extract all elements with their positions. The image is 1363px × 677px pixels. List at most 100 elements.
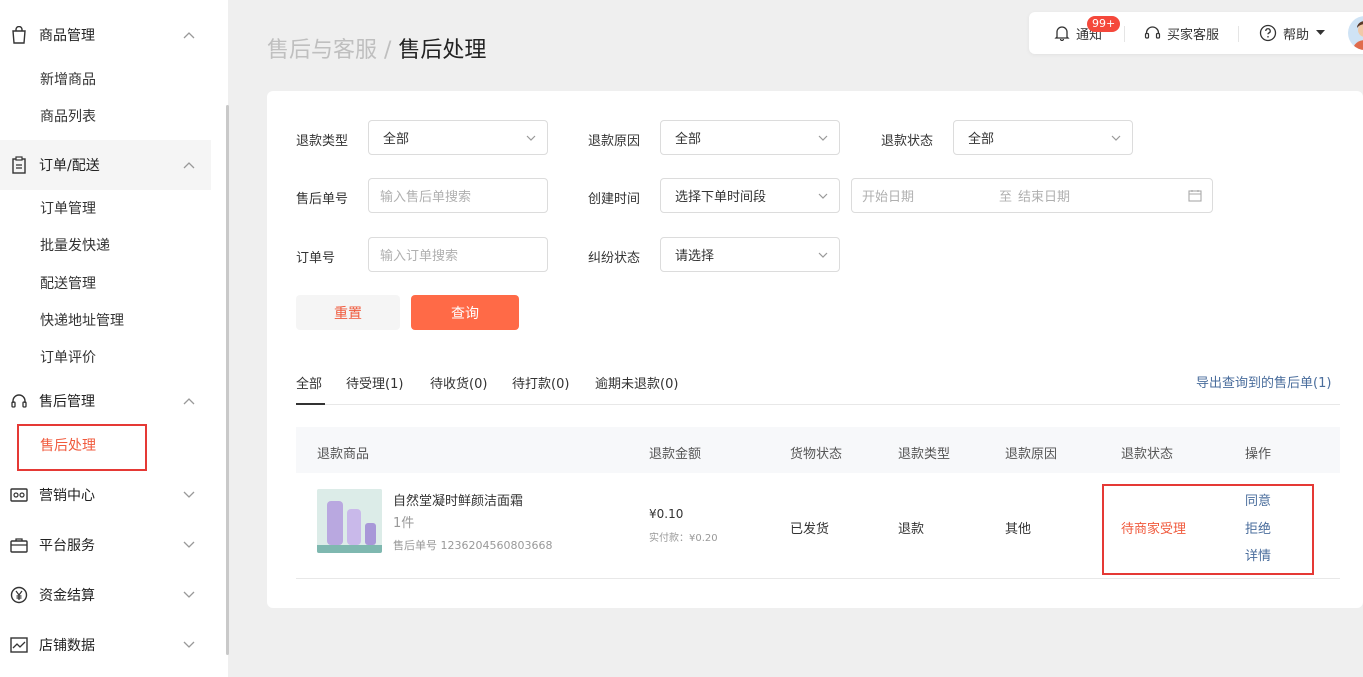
refund-amount: ¥0.10 <box>649 507 684 521</box>
notice-badge: 99+ <box>1087 16 1121 32</box>
col-amount: 退款金额 <box>649 447 702 462</box>
refund-reason-select[interactable]: 全部 <box>660 120 840 155</box>
dispute-select[interactable]: 请选择 <box>660 237 840 272</box>
create-time-label: 创建时间 <box>588 192 641 207</box>
refund-type-value: 全部 <box>383 132 410 147</box>
col-goods-status: 货物状态 <box>790 447 843 462</box>
sidebar-group-label: 商品管理 <box>39 28 95 44</box>
sidebar-scrollbar[interactable] <box>226 105 229 655</box>
refund-reason-label: 退款原因 <box>588 134 641 149</box>
dispute-label: 纠纷状态 <box>588 251 641 266</box>
col-refund-status: 退款状态 <box>1121 447 1174 462</box>
sidebar-group-marketing[interactable]: 营销中心 <box>0 470 211 520</box>
date-range-picker[interactable]: 开始日期 至 结束日期 <box>851 178 1213 213</box>
sidebar-item-add-goods[interactable]: 新增商品 <box>40 69 96 89</box>
sidebar-item-batch-express[interactable]: 批量发快递 <box>40 235 110 255</box>
sidebar-group-label: 订单/配送 <box>39 158 100 174</box>
sidebar-group-label: 资金结算 <box>39 588 95 604</box>
product-qty: 1件 <box>393 516 415 531</box>
refund-reason-value: 全部 <box>675 132 702 147</box>
export-link[interactable]: 导出查询到的售后单(1) <box>1196 372 1331 391</box>
sidebar-group-label: 平台服务 <box>39 538 95 554</box>
tab-overdue[interactable]: 逾期未退款(0) <box>595 373 678 392</box>
end-date-input[interactable]: 结束日期 <box>1018 186 1070 205</box>
sidebar-group-label: 店铺数据 <box>39 638 95 654</box>
breadcrumb-parent[interactable]: 售后与客服 <box>267 38 377 63</box>
chevron-down-icon <box>817 249 829 261</box>
sidebar-item-goods-list[interactable]: 商品列表 <box>40 106 96 126</box>
refund-reason: 其他 <box>1005 522 1032 537</box>
tab-pending-accept[interactable]: 待受理(1) <box>346 373 403 392</box>
refund-status-select[interactable]: 全部 <box>953 120 1133 155</box>
chart-icon <box>10 636 28 654</box>
breadcrumb: 售后与客服 / 售后处理 <box>267 32 486 64</box>
after-no-label: 售后单号 <box>296 192 349 207</box>
ticket-icon <box>10 486 28 504</box>
col-refund-type: 退款类型 <box>898 447 951 462</box>
chevron-up-icon <box>179 155 199 175</box>
date-range-to: 至 <box>999 190 1013 205</box>
sidebar-group-data[interactable]: 店铺数据 <box>0 620 211 670</box>
col-goods: 退款商品 <box>317 447 370 462</box>
chevron-down-icon <box>179 485 199 505</box>
start-date-input[interactable]: 开始日期 <box>862 186 999 205</box>
breadcrumb-separator: / <box>377 38 399 63</box>
chevron-down-icon <box>179 635 199 655</box>
tab-pending-receive[interactable]: 待收货(0) <box>430 373 487 392</box>
tab-pending-pay[interactable]: 待打款(0) <box>512 373 569 392</box>
chevron-down-icon <box>817 190 829 202</box>
chevron-down-icon <box>179 535 199 555</box>
bag-icon <box>10 26 28 44</box>
refund-status-value: 全部 <box>968 132 995 147</box>
chevron-down-icon <box>525 132 537 144</box>
goods-status: 已发货 <box>790 522 830 537</box>
order-no-input[interactable]: 输入订单搜索 <box>368 237 548 272</box>
time-range-select[interactable]: 选择下单时间段 <box>660 178 840 213</box>
sidebar-group-finance[interactable]: 资金结算 <box>0 570 211 620</box>
buyer-service-button[interactable]: 买家客服 <box>1144 12 1219 54</box>
col-actions: 操作 <box>1245 447 1272 462</box>
highlight-box <box>1102 484 1314 575</box>
page-title: 售后处理 <box>398 38 487 63</box>
question-icon <box>1259 24 1277 42</box>
sidebar-item-express-address[interactable]: 快递地址管理 <box>40 310 124 330</box>
tabs-divider <box>296 404 1340 405</box>
sidebar-group-orders[interactable]: 订单/配送 <box>0 140 211 190</box>
sidebar-group-label: 营销中心 <box>39 488 95 504</box>
chevron-down-icon <box>179 585 199 605</box>
caret-down-icon <box>1316 30 1326 36</box>
toolbar-divider <box>1238 26 1239 42</box>
calendar-icon <box>1188 189 1202 202</box>
dispute-value: 请选择 <box>675 249 715 264</box>
sidebar-item-delivery[interactable]: 配送管理 <box>40 273 96 293</box>
sidebar-group-aftersale[interactable]: 售后管理 <box>0 376 211 426</box>
tab-active-indicator <box>296 403 325 405</box>
toolbar-divider <box>1124 26 1125 42</box>
time-range-value: 选择下单时间段 <box>675 190 767 205</box>
product-thumbnail[interactable] <box>317 489 382 553</box>
briefcase-icon <box>10 536 28 554</box>
bell-icon <box>1054 25 1070 41</box>
paid-amount: 实付款：¥0.20 <box>649 533 718 544</box>
refund-type-label: 退款类型 <box>296 134 349 149</box>
chevron-down-icon <box>1110 132 1122 144</box>
chevron-up-icon <box>179 391 199 411</box>
sidebar-group-platform[interactable]: 平台服务 <box>0 520 211 570</box>
help-label: 帮助 <box>1283 27 1310 43</box>
query-button[interactable]: 查询 <box>411 295 519 330</box>
after-no-input[interactable]: 输入售后单搜索 <box>368 178 548 213</box>
sidebar-item-order-review[interactable]: 订单评价 <box>40 347 96 367</box>
highlight-box <box>17 424 147 471</box>
tab-all[interactable]: 全部 <box>296 373 322 392</box>
refund-type-select[interactable]: 全部 <box>368 120 548 155</box>
sidebar-item-order-manage[interactable]: 订单管理 <box>40 198 96 218</box>
row-divider <box>296 578 1340 579</box>
chevron-up-icon <box>179 25 199 45</box>
help-button[interactable]: 帮助 <box>1259 12 1326 54</box>
after-sale-number: 售后单号 1236204560803668 <box>393 539 553 552</box>
product-name[interactable]: 自然堂凝时鲜颜洁面霜 <box>393 490 523 509</box>
yen-icon <box>10 586 28 604</box>
sidebar-group-goods[interactable]: 商品管理 <box>0 10 211 60</box>
clipboard-icon <box>10 156 28 174</box>
reset-button[interactable]: 重置 <box>296 295 400 330</box>
